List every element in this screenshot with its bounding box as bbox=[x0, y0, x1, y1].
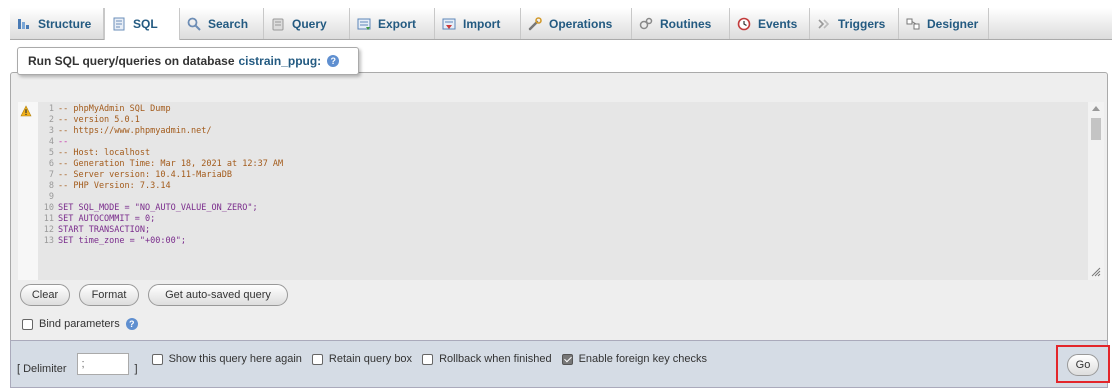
tab-export[interactable]: Export bbox=[350, 8, 435, 39]
tab-routines[interactable]: Routines bbox=[632, 8, 730, 39]
tab-label: Structure bbox=[38, 16, 92, 31]
help-icon[interactable]: ? bbox=[125, 318, 138, 330]
code-line: 12 START TRANSACTION; bbox=[43, 225, 151, 235]
tab-label: Search bbox=[208, 16, 249, 31]
option-enable-foreign-key-checks[interactable]: Enable foreign key checks bbox=[561, 353, 707, 365]
resize-grip-icon[interactable] bbox=[1091, 267, 1101, 277]
option-label: Show this query here again bbox=[168, 353, 302, 365]
code-line: 11 SET AUTOCOMMIT = 0; bbox=[43, 214, 156, 224]
code-line: 4 -- bbox=[48, 137, 69, 147]
bind-parameters-label: Bind parameters bbox=[39, 318, 120, 330]
tab-label: Query bbox=[292, 16, 327, 31]
go-button[interactable]: Go bbox=[1067, 354, 1099, 376]
tab-search[interactable]: Search bbox=[180, 8, 264, 39]
clock-icon bbox=[736, 16, 752, 32]
editor-gutter bbox=[18, 102, 38, 280]
help-icon[interactable]: ? bbox=[327, 55, 340, 67]
code-line: 13 SET time_zone = "+00:00"; bbox=[43, 236, 186, 246]
tab-query[interactable]: Query bbox=[264, 8, 350, 39]
delimiter-close: ] bbox=[134, 363, 138, 375]
designer-icon bbox=[905, 16, 921, 32]
tab-label: Routines bbox=[660, 16, 712, 31]
bind-parameters-checkbox[interactable] bbox=[22, 318, 33, 330]
get-auto-saved-query-button[interactable]: Get auto-saved query bbox=[148, 284, 288, 306]
bind-parameters-row: Bind parameters ? bbox=[22, 318, 138, 330]
database-link[interactable]: cistrain_ppug: bbox=[239, 54, 322, 68]
scroll-up-arrow-icon[interactable] bbox=[1092, 106, 1100, 111]
code-line: 7 -- Server version: 10.4.11-MariaDB bbox=[48, 170, 232, 180]
code-line: 6 -- Generation Time: Mar 18, 2021 at 12:… bbox=[48, 159, 284, 169]
option-label: Retain query box bbox=[328, 353, 413, 365]
code-lines: 1 -- phpMyAdmin SQL Dump 2 -- version 5.0.… bbox=[38, 102, 1088, 247]
tab-label: SQL bbox=[133, 17, 158, 31]
retain-query-box-checkbox[interactable] bbox=[311, 353, 323, 365]
legend-text: Run SQL query/queries on database bbox=[28, 54, 235, 68]
query-icon bbox=[270, 16, 286, 32]
sql-icon bbox=[111, 16, 127, 32]
code-line: 3 -- https://www.phpmyadmin.net/ bbox=[48, 126, 212, 136]
code-line: 1 -- phpMyAdmin SQL Dump bbox=[48, 104, 171, 114]
option-rollback-when-finished[interactable]: Rollback when finished bbox=[422, 353, 552, 365]
code-line: 2 -- version 5.0.1 bbox=[48, 115, 140, 125]
triggers-icon bbox=[816, 16, 832, 32]
code-line: 10 SET SQL_MODE = "NO_AUTO_VALUE_ON_ZERO"… bbox=[43, 203, 258, 213]
option-show-query-again[interactable]: Show this query here again bbox=[151, 353, 302, 365]
import-icon bbox=[441, 16, 457, 32]
tab-label: Triggers bbox=[838, 16, 886, 31]
option-label: Rollback when finished bbox=[439, 353, 552, 365]
scroll-thumb[interactable] bbox=[1091, 118, 1101, 140]
export-icon bbox=[356, 16, 372, 32]
structure-icon bbox=[16, 16, 32, 32]
foreign-key-checks-checkbox[interactable] bbox=[561, 353, 573, 365]
option-label: Enable foreign key checks bbox=[578, 353, 707, 365]
tab-designer[interactable]: Designer bbox=[899, 8, 989, 39]
option-retain-query-box[interactable]: Retain query box bbox=[311, 353, 413, 365]
tab-label: Events bbox=[758, 16, 798, 31]
options-row: [ Delimiter ] Show this query here again… bbox=[17, 353, 717, 375]
code-line: 9 bbox=[48, 192, 54, 202]
clear-button[interactable]: Clear bbox=[20, 284, 70, 306]
fieldset-legend: Run SQL query/queries on database cistra… bbox=[17, 47, 359, 75]
tab-label: Operations bbox=[549, 16, 613, 31]
editor-scrollbar[interactable] bbox=[1088, 102, 1104, 280]
tab-bar: Structure SQL Search Query Export Import bbox=[10, 8, 1112, 40]
tab-import[interactable]: Import bbox=[435, 8, 521, 39]
delimiter-input[interactable] bbox=[76, 353, 129, 375]
delimiter-label: [ Delimiter bbox=[17, 363, 67, 375]
tab-triggers[interactable]: Triggers bbox=[810, 8, 899, 39]
routines-icon bbox=[638, 16, 654, 32]
tab-operations[interactable]: Operations bbox=[521, 8, 632, 39]
tab-sql[interactable]: SQL bbox=[104, 8, 180, 40]
query-options-bar: [ Delimiter ] Show this query here again… bbox=[10, 340, 1108, 388]
wrench-icon bbox=[527, 16, 543, 32]
code-line: 8 -- PHP Version: 7.3.14 bbox=[48, 181, 171, 191]
rollback-checkbox[interactable] bbox=[422, 353, 434, 365]
tab-events[interactable]: Events bbox=[730, 8, 810, 39]
go-highlight-box: Go bbox=[1056, 345, 1110, 383]
show-query-checkbox[interactable] bbox=[151, 353, 163, 365]
sql-editor[interactable]: 1 -- phpMyAdmin SQL Dump 2 -- version 5.0.… bbox=[18, 102, 1088, 280]
tab-label: Export bbox=[378, 16, 417, 31]
warning-icon bbox=[20, 105, 32, 117]
search-icon bbox=[186, 16, 202, 32]
tab-structure[interactable]: Structure bbox=[10, 8, 104, 39]
tab-label: Designer bbox=[927, 16, 979, 31]
tab-label: Import bbox=[463, 16, 501, 31]
code-line: 5 -- Host: localhost bbox=[48, 148, 151, 158]
format-button[interactable]: Format bbox=[79, 284, 139, 306]
